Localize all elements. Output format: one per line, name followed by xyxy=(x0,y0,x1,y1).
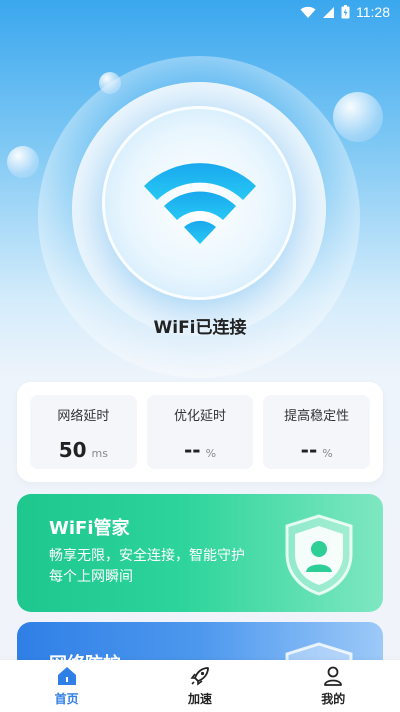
wifi-status-label: WiFi已连接 xyxy=(153,318,247,338)
stat-value: -- xyxy=(183,438,201,462)
wifi-icon xyxy=(300,6,316,18)
nav-label: 加速 xyxy=(187,692,212,706)
stat-latency: 网络延时 50 ms xyxy=(30,395,137,469)
nav-item-home[interactable]: 首页 xyxy=(27,665,107,707)
shield-user-icon xyxy=(285,514,353,596)
banner-title: WiFi管家 xyxy=(49,518,130,539)
stat-label: 优化延时 xyxy=(174,409,227,424)
stat-unit: % xyxy=(205,447,217,460)
nav-item-mine[interactable]: 我的 xyxy=(293,665,373,707)
stat-stability: 提高稳定性 -- % xyxy=(263,395,371,469)
rocket-icon xyxy=(190,667,209,686)
stat-optimize-latency: 优化延时 -- % xyxy=(146,395,254,469)
wifi-connected-icon xyxy=(144,163,256,244)
home-icon xyxy=(57,667,76,685)
nav-label: 首页 xyxy=(54,692,79,706)
decorative-bubble xyxy=(7,146,39,178)
decorative-bubble xyxy=(333,92,383,142)
stat-unit: % xyxy=(322,447,333,460)
stat-unit: ms xyxy=(91,447,108,460)
stat-label: 网络延时 xyxy=(57,409,110,424)
bottom-nav: 首页 加速 我的 xyxy=(0,660,400,712)
network-stats-card: 网络延时 50 ms 优化延时 -- % 提高稳定性 -- % xyxy=(17,382,383,482)
status-time: 11:28 xyxy=(356,4,390,20)
status-bar: 11:28 xyxy=(0,0,400,24)
nav-label: 我的 xyxy=(321,692,346,706)
signal-icon xyxy=(323,6,334,18)
battery-icon xyxy=(341,5,350,19)
nav-item-speedup[interactable]: 加速 xyxy=(160,665,240,707)
banner-description: 畅享无限，安全连接，智能守护每个上网瞬间 xyxy=(49,548,245,585)
stat-value: 50 xyxy=(58,438,87,462)
user-icon xyxy=(324,666,343,686)
stat-label: 提高稳定性 xyxy=(284,409,350,424)
stat-value: -- xyxy=(300,438,318,462)
wifi-manager-banner[interactable]: WiFi管家 畅享无限，安全连接，智能守护每个上网瞬间 xyxy=(17,494,383,612)
